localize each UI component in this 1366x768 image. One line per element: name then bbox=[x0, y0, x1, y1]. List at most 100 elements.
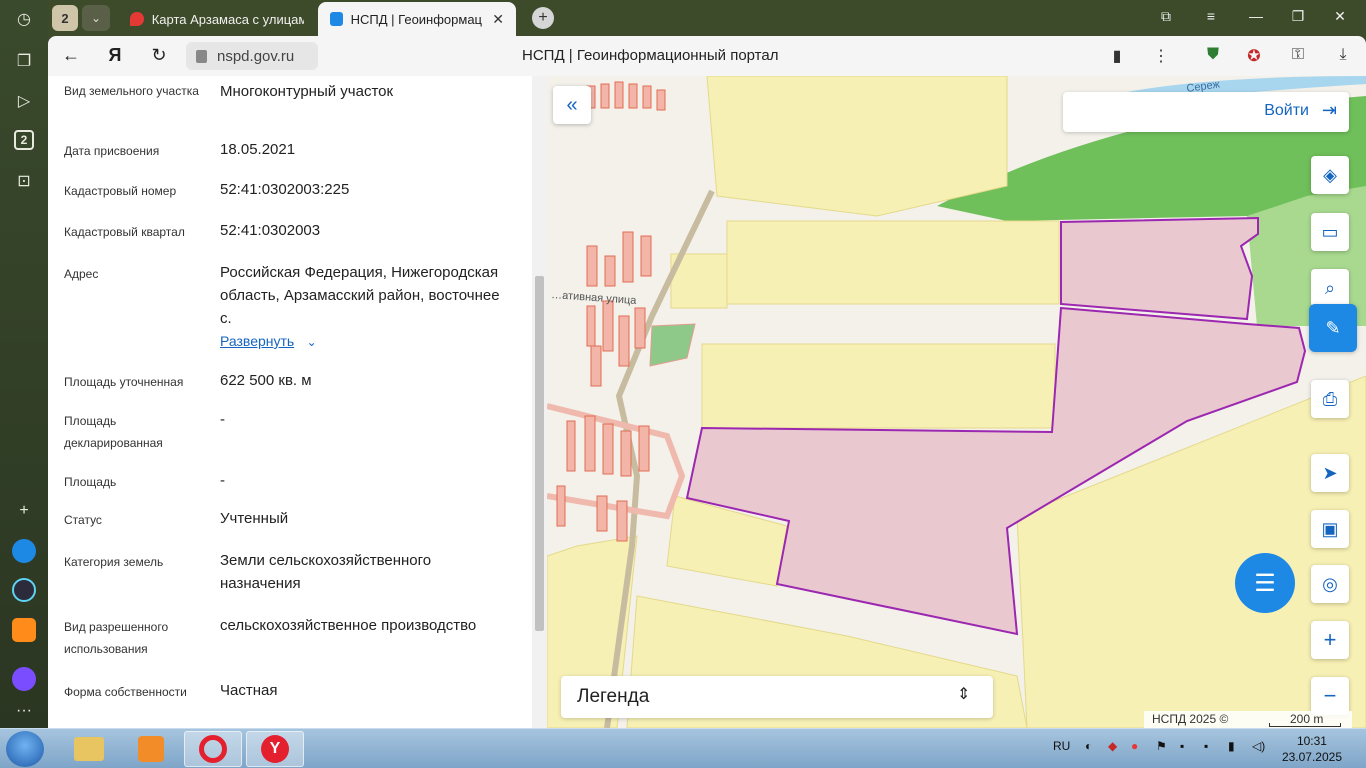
close-icon[interactable]: ✕ bbox=[492, 11, 504, 28]
url-text: nspd.gov.ru bbox=[217, 47, 295, 65]
map-attribution: НСПД 2025 © 200 m bbox=[1144, 711, 1352, 728]
scrollbar-thumb[interactable] bbox=[535, 276, 544, 631]
tray-yandex-icon[interactable]: ● bbox=[1131, 739, 1138, 753]
expand-label: Развернуть bbox=[220, 333, 295, 349]
legend-label: Легенда bbox=[577, 686, 650, 707]
tray-app-icon[interactable]: ▪ bbox=[1180, 739, 1184, 753]
tab-count-badge[interactable]: 2 bbox=[14, 130, 34, 150]
restore-icon[interactable]: ❐ bbox=[1288, 8, 1308, 25]
row-value: 622 500 кв. м bbox=[220, 372, 312, 389]
screenshot-icon[interactable]: ⊡ bbox=[11, 168, 37, 194]
taskbar-clock[interactable]: 10:31 23.07.2025 bbox=[1282, 733, 1342, 765]
zoom-out-button[interactable]: − bbox=[1311, 677, 1349, 715]
collections-icon[interactable]: ❐ bbox=[11, 48, 37, 74]
tab-counter[interactable]: 2 bbox=[52, 5, 78, 31]
clock-time: 10:31 bbox=[1296, 734, 1327, 748]
add-icon[interactable]: + bbox=[11, 498, 37, 524]
mail-app-icon[interactable] bbox=[12, 618, 36, 642]
collapse-panel-button[interactable]: « bbox=[553, 86, 591, 124]
row-value: Учтенный bbox=[220, 510, 289, 527]
ruler-button[interactable]: ▭ bbox=[1311, 213, 1349, 251]
row-label: Вид земельного участка bbox=[64, 84, 199, 98]
new-tab-button[interactable]: + bbox=[532, 7, 554, 29]
lock-icon bbox=[196, 49, 207, 63]
tray-app-icon[interactable]: ◐ bbox=[1085, 739, 1092, 753]
network-icon[interactable]: ▮ bbox=[1228, 739, 1235, 753]
login-button[interactable]: Войти ⇥ bbox=[1063, 92, 1349, 132]
search-area-button[interactable]: ⌕ bbox=[1311, 269, 1349, 307]
row-label: Площадь уточненная bbox=[64, 375, 184, 389]
bookmarks-panel-icon[interactable]: ⧉ bbox=[1156, 8, 1176, 25]
yandex-browser-icon: Y bbox=[261, 735, 289, 763]
map-canvas[interactable]: …ативная улица Сереж bbox=[547, 76, 1366, 728]
yandex-icon[interactable]: Я bbox=[104, 45, 126, 66]
row-value: Российская Федерация, Нижегородская обла… bbox=[220, 264, 500, 327]
more-icon[interactable]: ··· bbox=[11, 698, 37, 724]
protect-extension-icon[interactable]: ⛊ bbox=[1203, 46, 1223, 64]
flag-icon[interactable]: ⚑ bbox=[1156, 739, 1167, 753]
bookmark-icon[interactable]: ▮ bbox=[1107, 46, 1127, 66]
minimize-icon[interactable]: — bbox=[1246, 8, 1266, 24]
opera-taskbar-icon[interactable] bbox=[184, 731, 242, 767]
tab-nspd[interactable]: НСПД | Геоинформацио ✕ bbox=[318, 2, 516, 36]
url-field[interactable]: nspd.gov.ru bbox=[186, 42, 318, 70]
row-value: 52:41:0302003 bbox=[220, 222, 321, 239]
print-button[interactable]: ⎙ bbox=[1311, 380, 1349, 418]
address-bar: ← Я ↻ nspd.gov.ru НСПД | Геоинформационн… bbox=[48, 36, 1366, 76]
row-value: - bbox=[220, 411, 225, 428]
screen-button[interactable]: ▣ bbox=[1311, 510, 1349, 548]
history-icon[interactable]: ◷ bbox=[11, 6, 37, 32]
tray-app-icon[interactable]: ◆ bbox=[1108, 739, 1117, 753]
copyright-text: НСПД 2025 © bbox=[1152, 712, 1229, 726]
opera-icon bbox=[199, 735, 227, 763]
row-label: Статус bbox=[64, 513, 102, 527]
legend-panel[interactable]: Легенда ⇕ bbox=[561, 676, 993, 718]
more-vert-icon[interactable]: ⋮ bbox=[1151, 46, 1171, 66]
draw-tool-button[interactable]: ✎ bbox=[1309, 304, 1357, 352]
row-label: Дата присвоения bbox=[64, 144, 160, 158]
field-shape bbox=[706, 76, 1008, 217]
volume-icon[interactable]: ◁) bbox=[1252, 739, 1265, 753]
reload-icon[interactable]: ↻ bbox=[148, 45, 170, 66]
zoom-in-button[interactable]: + bbox=[1311, 621, 1349, 659]
close-window-icon[interactable]: ✕ bbox=[1330, 8, 1350, 25]
windows-taskbar: Y RU ◐ ◆ ● ⚑ ▪ ▪ ▮ ◁) 10:31 23.07.2025 bbox=[0, 728, 1366, 768]
explorer-taskbar-icon[interactable] bbox=[60, 731, 118, 767]
media-player-taskbar-icon[interactable] bbox=[122, 731, 180, 767]
row-value: 52:41:0302003:225 bbox=[220, 181, 350, 198]
download-icon[interactable]: ⤓ bbox=[1333, 46, 1353, 64]
messenger-app-icon[interactable] bbox=[12, 539, 36, 563]
chevron-down-icon[interactable]: ⌄ bbox=[82, 5, 110, 31]
yandex-taskbar-icon[interactable]: Y bbox=[246, 731, 304, 767]
play-icon[interactable]: ▷ bbox=[11, 88, 37, 114]
page-title: НСПД | Геоинформационный портал bbox=[522, 47, 779, 64]
start-button[interactable] bbox=[6, 731, 44, 767]
nspd-favicon-icon bbox=[330, 12, 343, 26]
tab-map-arzamas[interactable]: Карта Арзамаса с улицам bbox=[118, 2, 316, 36]
row-label: Форма собственности bbox=[64, 685, 187, 699]
expand-link[interactable]: Развернуть ⌄ bbox=[220, 333, 317, 351]
map-view[interactable]: …ативная улица Сереж « Войти ⇥ ◈ ▭ ⌕ ✎ ⎙… bbox=[547, 76, 1366, 728]
assistant-app-icon[interactable] bbox=[12, 667, 36, 691]
row-label: Площадь bbox=[64, 475, 117, 489]
row-value: - bbox=[220, 472, 225, 489]
alice-app-icon[interactable] bbox=[12, 578, 36, 602]
clock-date: 23.07.2025 bbox=[1281, 750, 1342, 764]
row-label: Кадастровый номер bbox=[64, 184, 177, 198]
folder-icon bbox=[74, 737, 104, 761]
row-value: Многоконтурный участок bbox=[220, 83, 394, 100]
geo-search-button[interactable]: ◎ bbox=[1311, 565, 1349, 603]
chat-button[interactable]: ☰ bbox=[1235, 553, 1295, 613]
back-icon[interactable]: ← bbox=[60, 45, 82, 66]
scale-bar bbox=[1269, 723, 1341, 727]
layers-button[interactable]: ◈ bbox=[1311, 156, 1349, 194]
row-value: Частная bbox=[220, 682, 278, 699]
row-label: Категория земель bbox=[64, 555, 164, 569]
password-icon[interactable]: ⚿ bbox=[1288, 46, 1308, 64]
tray-app-icon[interactable]: ▪ bbox=[1204, 739, 1208, 753]
locate-button[interactable]: ➤ bbox=[1311, 454, 1349, 492]
menu-icon[interactable]: ≡ bbox=[1201, 8, 1221, 24]
extension-icon[interactable]: ✪ bbox=[1244, 46, 1264, 66]
panel-scrollbar[interactable] bbox=[532, 76, 547, 728]
language-indicator[interactable]: RU bbox=[1053, 739, 1070, 753]
